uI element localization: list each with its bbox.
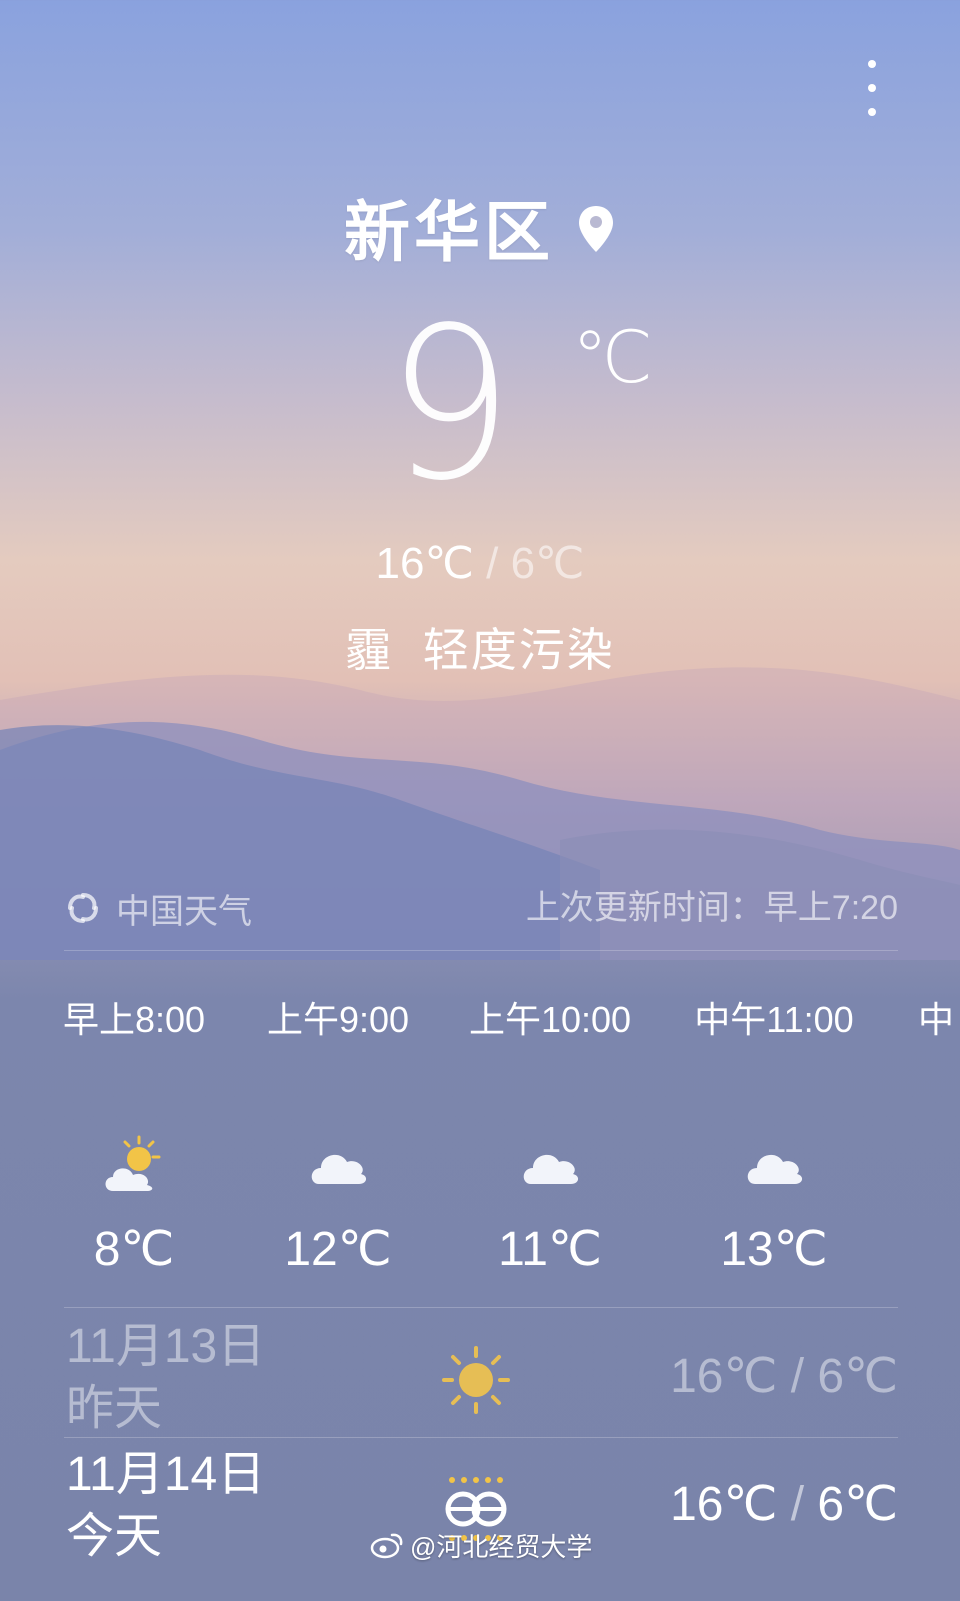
china-weather-logo-icon [68,893,98,923]
weibo-logo-icon [370,1533,403,1559]
divider [64,1437,898,1438]
day-label: 昨天 [66,1382,163,1435]
source-name: 中国天气 [116,892,252,931]
dot-icon [868,60,876,68]
hourly-item: 上午9:00 12℃ [218,985,458,1285]
separator: / [486,539,499,588]
dot-icon [868,84,876,92]
data-source[interactable]: 中国天气 [66,884,252,932]
location-pin-icon [579,206,613,252]
day-label: 今天 [66,1510,163,1563]
weather-condition: 霾 [345,624,394,676]
day-date-block: 11月13日 昨天 [66,1316,265,1440]
divider [64,1307,898,1308]
separator: / [790,1478,805,1531]
current-temperature: 9 ℃ [0,300,960,520]
hour-time: 上午10:00 [468,999,632,1040]
condition-line: 霾 轻度污染 [0,620,960,680]
day-date: 11月14日 [66,1448,266,1501]
hourly-item: 中 [918,985,960,1055]
today-high-low: 16℃ / 6℃ [0,536,960,592]
hourly-item: 中午11:00 13℃ [654,985,894,1285]
weibo-watermark: @河北经贸大学 [370,1528,592,1562]
hour-temp: 13℃ [720,1223,828,1276]
location-header[interactable]: 新华区 [0,192,960,272]
day-date: 11月13日 [66,1320,266,1373]
hour-time: 中午11:00 [694,999,854,1040]
day-date-block: 11月14日 今天 [66,1444,265,1568]
day-low: 6℃ [817,1478,898,1531]
high-temp: 16℃ [375,539,474,588]
more-options-menu[interactable] [860,60,884,116]
hourly-item: 上午10:00 11℃ [430,985,670,1285]
hour-temp: 12℃ [284,1223,392,1276]
current-temp-value: 9 [386,282,514,527]
temp-unit: ℃ [572,318,653,398]
dot-icon [868,108,876,116]
cloud-icon [654,1125,894,1205]
watermark-text: @河北经贸大学 [410,1531,593,1562]
city-name: 新华区 [344,195,554,269]
hour-time: 上午9:00 [266,999,410,1040]
divider [64,950,898,951]
air-quality: 轻度污染 [422,624,615,676]
sun-icon [442,1346,510,1414]
hourly-forecast[interactable]: 早上8:00 8℃ 上午9:00 12℃ 上午10:00 11℃ 中午11:00… [0,985,960,1285]
day-range: 16℃ / 6℃ [670,1346,898,1408]
last-updated: 上次更新时间：早上7:20 [525,889,898,927]
separator: / [790,1350,805,1403]
hour-time: 中 [918,999,955,1040]
cloud-icon [218,1125,458,1205]
day-high: 16℃ [670,1478,778,1531]
cloud-icon [430,1125,670,1205]
hour-temp: 11℃ [498,1223,602,1276]
day-low: 6℃ [817,1350,898,1403]
day-high: 16℃ [670,1350,778,1403]
low-temp: 6℃ [510,539,585,588]
day-range: 16℃ / 6℃ [670,1474,898,1536]
daily-item-yesterday[interactable]: 11月13日 昨天 16℃ / 6℃ [0,1316,960,1444]
